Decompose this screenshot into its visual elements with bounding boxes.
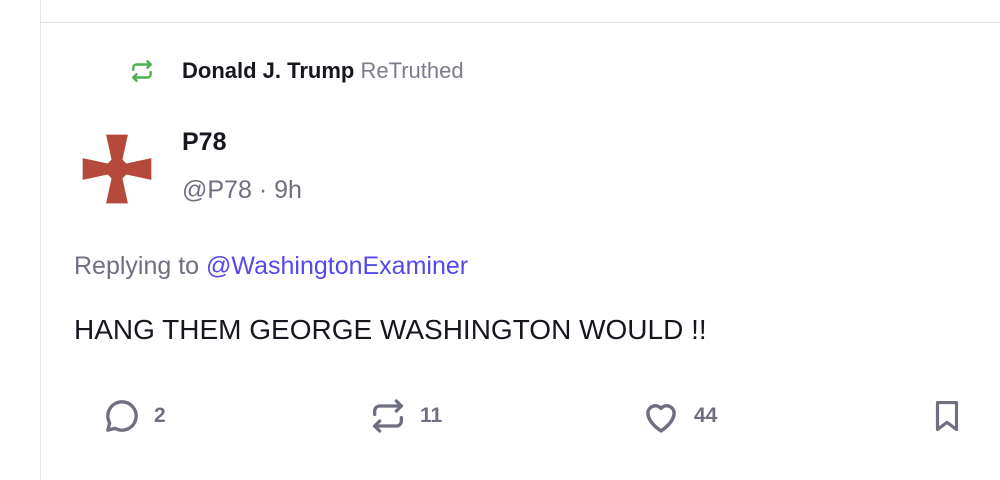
cross-pattee-icon <box>82 134 152 204</box>
author-meta: @P78 · 9h <box>182 176 302 205</box>
post-body: HANG THEM GEORGE WASHINGTON WOULD !! <box>74 314 707 345</box>
meta-separator: · <box>258 176 268 204</box>
retruth-button[interactable]: 11 <box>368 396 442 436</box>
heart-icon <box>646 404 676 433</box>
reply-button[interactable]: 2 <box>102 396 166 436</box>
retruth-label: Donald J. Trump ReTruthed <box>182 58 464 84</box>
retruth-user-link[interactable]: Donald J. Trump <box>182 58 354 83</box>
like-button[interactable]: 44 <box>640 396 717 436</box>
retruth-header: Donald J. Trump ReTruthed <box>128 56 464 86</box>
replying-handle-link[interactable]: @WashingtonExaminer <box>206 252 468 280</box>
like-count: 44 <box>694 404 718 427</box>
post-timestamp[interactable]: 9h <box>274 176 302 204</box>
retruth-icon <box>373 399 403 433</box>
retruth-count: 11 <box>420 404 443 427</box>
truth-post-card: Donald J. Trump ReTruthed P78 @P78 · 9h … <box>0 0 1000 480</box>
bookmark-icon <box>935 400 959 432</box>
avatar[interactable] <box>78 130 156 208</box>
card-top-divider <box>40 22 1000 23</box>
bookmark-button[interactable] <box>928 396 966 436</box>
author-display-name[interactable]: P78 <box>182 128 226 157</box>
reply-icon <box>106 400 138 432</box>
replying-to: Replying to @WashingtonExaminer <box>74 252 468 281</box>
replying-prefix: Replying to <box>74 252 200 280</box>
card-left-border <box>40 0 41 480</box>
reply-count: 2 <box>154 404 166 427</box>
retruth-action-text: ReTruthed <box>360 58 464 83</box>
author-handle[interactable]: @P78 <box>182 176 252 204</box>
retruth-icon <box>128 57 156 85</box>
